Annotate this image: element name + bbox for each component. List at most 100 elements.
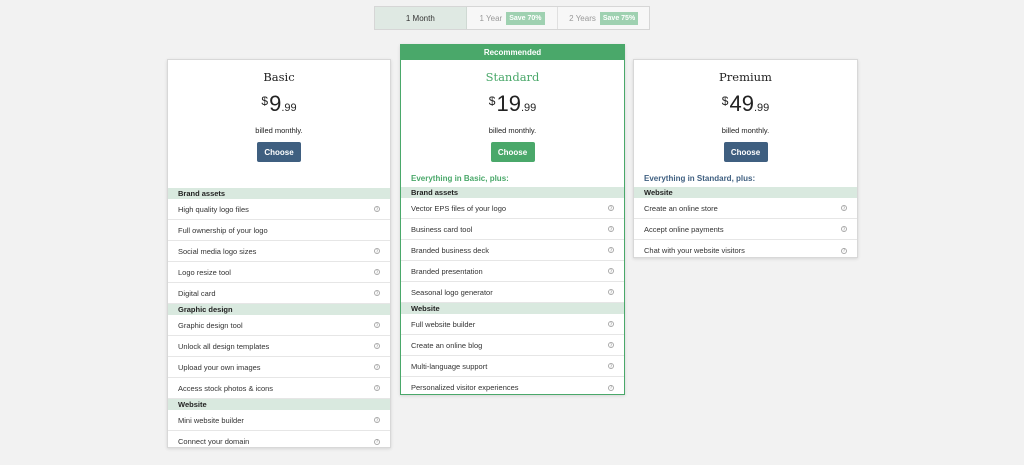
feature-row: Accept online payments? xyxy=(634,219,857,240)
price-integer: 19 xyxy=(496,91,521,116)
info-icon[interactable]: ? xyxy=(374,438,380,445)
choose-premium-button[interactable]: Choose xyxy=(723,142,768,162)
feature-label: Multi-language support xyxy=(411,361,488,371)
feature-label: Personalized visitor experiences xyxy=(411,383,519,392)
feature-row: Social media logo sizes? xyxy=(168,241,390,262)
info-icon[interactable]: ? xyxy=(374,385,380,391)
info-icon[interactable]: ? xyxy=(374,269,380,275)
feature-label: Full ownership of your logo xyxy=(178,225,268,235)
toggle-label: 1 Month xyxy=(405,13,435,23)
plan-price: $49.99 xyxy=(634,90,857,119)
plan-card-standard: Recommended Standard $19.99 billed month… xyxy=(400,44,625,395)
save-badge: Save 70% xyxy=(506,11,545,25)
plan-price: $9.99 xyxy=(168,90,390,119)
feature-row: Mini website builder? xyxy=(168,410,390,431)
feature-section-header: Brand assets xyxy=(168,188,390,199)
info-icon[interactable]: ? xyxy=(841,247,847,254)
info-icon[interactable]: ? xyxy=(374,322,380,328)
feature-row: Personalized visitor experiences? xyxy=(401,377,624,398)
feature-label: Digital card xyxy=(178,288,216,298)
feature-label: Access stock photos & icons xyxy=(178,383,274,393)
price-decimal: .99 xyxy=(281,102,297,114)
info-icon[interactable]: ? xyxy=(608,289,614,295)
info-icon[interactable]: ? xyxy=(374,290,380,296)
toggle-1-year[interactable]: 1 Year Save 70% xyxy=(467,7,559,29)
feature-row: High quality logo files? xyxy=(168,199,390,220)
info-icon[interactable]: ? xyxy=(608,226,614,232)
info-icon[interactable]: ? xyxy=(374,343,380,349)
recommended-banner: Recommended xyxy=(401,45,624,60)
save-badge: Save 75% xyxy=(599,11,639,25)
feature-label: Full website builder xyxy=(411,319,476,329)
feature-label: Logo resize tool xyxy=(178,267,231,277)
price-decimal: .99 xyxy=(753,102,770,114)
feature-row: Access stock photos & icons? xyxy=(168,378,390,399)
info-icon[interactable]: ? xyxy=(608,342,614,348)
plan-card-premium: Premium $49.99 billed monthly. Choose Ev… xyxy=(633,59,858,258)
info-icon[interactable]: ? xyxy=(608,247,614,253)
feature-label: Mini website builder xyxy=(178,415,244,425)
feature-label: Create an online store xyxy=(644,203,718,213)
feature-row: Multi-language support? xyxy=(401,356,624,377)
feature-label: Chat with your website visitors xyxy=(644,246,745,255)
info-icon[interactable]: ? xyxy=(374,206,380,212)
price-currency: $ xyxy=(488,94,496,108)
billing-note: billed monthly. xyxy=(255,126,303,135)
feature-label: High quality logo files xyxy=(178,204,249,214)
info-icon[interactable]: ? xyxy=(841,226,847,232)
feature-section-header: Website xyxy=(168,399,390,410)
feature-label: Connect your domain xyxy=(178,437,250,446)
price-decimal: .99 xyxy=(520,102,537,114)
info-icon[interactable]: ? xyxy=(841,205,847,211)
toggle-label: 1 Year xyxy=(479,13,503,23)
feature-label: Graphic design tool xyxy=(178,320,243,330)
price-integer: 49 xyxy=(729,91,754,116)
feature-row: Full ownership of your logo xyxy=(168,220,390,241)
feature-row: Graphic design tool? xyxy=(168,315,390,336)
feature-label: Upload your own images xyxy=(178,362,261,372)
plan-price: $19.99 xyxy=(401,90,624,119)
feature-row: Chat with your website visitors? xyxy=(634,240,857,261)
feature-list: Website Create an online store? Accept onl… xyxy=(634,187,857,261)
info-icon[interactable]: ? xyxy=(608,363,614,369)
info-icon[interactable]: ? xyxy=(608,268,614,274)
feature-label: Unlock all design templates xyxy=(178,341,270,351)
billing-period-toggle: 1 Month 1 Year Save 70% 2 Years Save 75% xyxy=(374,6,650,30)
price-currency: $ xyxy=(721,94,729,108)
plan-name: Basic xyxy=(263,70,295,84)
toggle-label: 2 Years xyxy=(569,13,596,23)
price-integer: 9 xyxy=(269,91,282,116)
includes-previous-note: Everything in Standard, plus: xyxy=(644,174,756,183)
includes-previous-note: Everything in Basic, plus: xyxy=(411,174,509,183)
info-icon[interactable]: ? xyxy=(374,248,380,254)
price-currency: $ xyxy=(261,94,269,108)
choose-basic-button[interactable]: Choose xyxy=(257,142,301,162)
feature-section-header: Brand assets xyxy=(401,187,624,198)
feature-section-header: Website xyxy=(634,187,857,198)
info-icon[interactable]: ? xyxy=(374,364,380,370)
feature-section-header: Website xyxy=(401,303,624,314)
info-icon[interactable]: ? xyxy=(608,384,614,391)
feature-row: Branded presentation? xyxy=(401,261,624,282)
info-icon[interactable]: ? xyxy=(374,417,380,423)
feature-row: Branded business deck? xyxy=(401,240,624,261)
plan-card-basic: Basic $9.99 billed monthly. Choose Brand… xyxy=(167,59,391,448)
feature-section-header: Graphic design xyxy=(168,304,390,315)
billing-note: billed monthly. xyxy=(488,126,537,135)
feature-label: Accept online payments xyxy=(644,224,724,234)
feature-label: Branded presentation xyxy=(411,266,483,276)
feature-label: Social media logo sizes xyxy=(178,246,257,256)
feature-label: Branded business deck xyxy=(411,245,489,255)
feature-list: Brand assets High quality logo files? Full… xyxy=(168,188,390,452)
plan-name: Standard xyxy=(485,70,540,84)
feature-row: Create an online store? xyxy=(634,198,857,219)
choose-standard-button[interactable]: Choose xyxy=(490,142,535,162)
feature-row: Logo resize tool? xyxy=(168,262,390,283)
feature-row: Digital card? xyxy=(168,283,390,304)
info-icon[interactable]: ? xyxy=(608,205,614,211)
feature-row: Unlock all design templates? xyxy=(168,336,390,357)
toggle-2-years[interactable]: 2 Years Save 75% xyxy=(558,7,649,29)
feature-row: Vector EPS files of your logo? xyxy=(401,198,624,219)
toggle-1-month[interactable]: 1 Month xyxy=(375,7,467,29)
info-icon[interactable]: ? xyxy=(608,321,614,327)
